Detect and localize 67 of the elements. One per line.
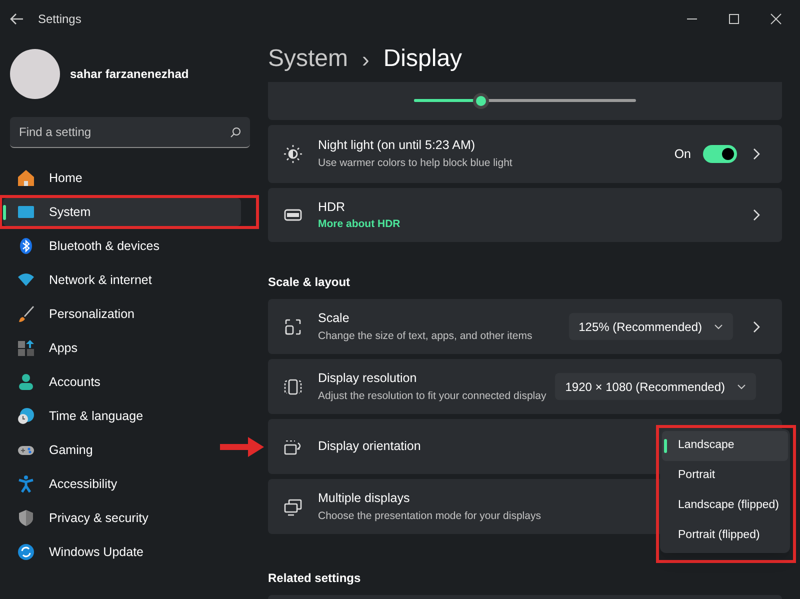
breadcrumb-separator: ›	[362, 46, 370, 74]
window-title: Settings	[38, 11, 82, 28]
setting-title: Display resolution	[318, 370, 418, 387]
user-name: sahar farzanenezhad	[70, 66, 189, 83]
dropdown[interactable]: 1920 × 1080 (Recommended)	[555, 373, 756, 400]
avatar	[10, 49, 60, 99]
apps-icon	[17, 339, 35, 357]
dropdown[interactable]: 125% (Recommended)	[568, 313, 733, 340]
link[interactable]: More about HDR	[318, 216, 400, 232]
home-icon	[17, 169, 35, 187]
setting-title: Night light (on until 5:23 AM)	[318, 137, 476, 154]
setting-description: Adjust the resolution to fit your connected display	[318, 388, 546, 404]
paintbrush-icon	[17, 305, 35, 323]
breadcrumb-parent[interactable]: System	[268, 41, 348, 77]
sidebar-item[interactable]: Apps	[3, 334, 86, 362]
setting-card[interactable]: HDR More about HDR	[268, 188, 782, 242]
clock-globe-icon	[17, 407, 35, 425]
toggle-switch[interactable]	[703, 145, 737, 163]
maximize-icon[interactable]	[728, 13, 740, 25]
chevron-down-icon	[714, 324, 723, 330]
setting-title: Display orientation	[318, 438, 421, 456]
dropdown-menu[interactable]: Landscape Portrait Landscape (flipped) Portrait (flipped)	[660, 429, 790, 553]
search-field[interactable]: Find a setting	[10, 117, 250, 148]
setting-card[interactable]: Night light (on until 5:23 AM) Use warmer colors to help block blue light On	[268, 125, 782, 183]
setting-title: Scale	[318, 310, 350, 327]
sidebar-item[interactable]: Time & language	[3, 402, 152, 430]
sidebar-item[interactable]: Accounts	[3, 368, 108, 396]
sidebar-item[interactable]: Network & internet	[3, 266, 160, 294]
sidebar-item[interactable]: Privacy & security	[3, 504, 156, 532]
monitor-icon	[17, 203, 35, 221]
close-icon[interactable]	[770, 13, 782, 25]
setting-card[interactable]: Scale Change the size of text, apps, and other items 125% (Recommended)	[268, 299, 782, 354]
page-title: Display	[383, 44, 462, 74]
sidebar-item[interactable]: Accessibility	[3, 470, 126, 498]
chevron-down-icon	[737, 384, 746, 390]
sidebar-item[interactable]: Bluetooth & devices	[3, 232, 168, 260]
search-input[interactable]: Find a setting	[19, 123, 230, 141]
resolution-icon	[284, 378, 302, 396]
chevron-right-icon	[753, 148, 760, 160]
back-arrow-icon[interactable]	[10, 13, 24, 25]
setting-description: Use warmer colors to help block blue light	[318, 156, 512, 171]
shield-icon	[17, 509, 35, 527]
setting-description: Change the size of text, apps, and other items	[318, 328, 532, 344]
section-heading: Related settings	[268, 570, 362, 587]
chevron-right-icon	[753, 209, 760, 221]
sidebar-item[interactable]: Personalization	[3, 300, 142, 328]
accessibility-icon	[17, 475, 35, 493]
refresh-icon	[17, 543, 35, 561]
rotate-screen-icon	[284, 438, 302, 456]
two-screens-icon	[284, 498, 302, 516]
toggle-label: On	[674, 146, 691, 163]
bluetooth-icon	[17, 237, 35, 255]
brightness-slider[interactable]	[414, 93, 636, 109]
section-heading: Scale & layout	[268, 274, 352, 291]
sidebar-item[interactable]: Windows Update	[3, 538, 152, 566]
sidebar-item[interactable]: System	[3, 198, 241, 226]
search-icon	[230, 126, 241, 138]
menu-option[interactable]: Landscape	[662, 431, 788, 461]
setting-card[interactable]: Display resolution Adjust the resolution to fit your connected display 1920 × 1080 (Recommended)	[268, 359, 782, 414]
person-icon	[17, 373, 35, 391]
scale-icon	[284, 318, 302, 336]
sidebar-item[interactable]: Gaming	[3, 436, 101, 464]
setting-title: Multiple displays	[318, 490, 411, 507]
brightness-icon	[284, 145, 302, 163]
sidebar-item[interactable]: Home	[3, 164, 90, 192]
setting-title: HDR	[318, 198, 346, 216]
setting-description: Choose the presentation mode for your displays	[318, 508, 541, 524]
